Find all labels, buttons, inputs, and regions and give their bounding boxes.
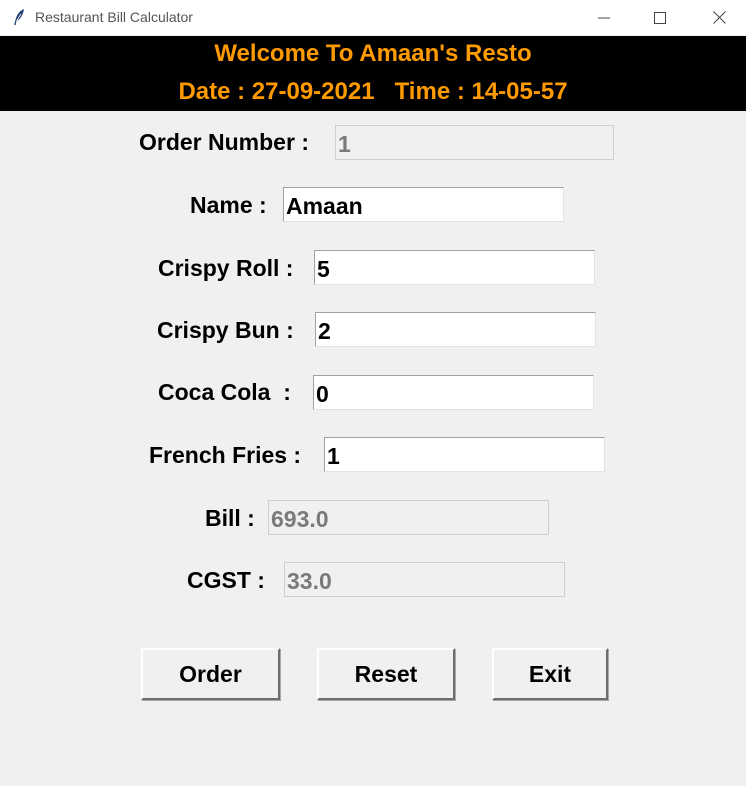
minimize-icon [598, 17, 610, 18]
crispy-roll-label: Crispy Roll : [158, 255, 294, 281]
french-fries-label: French Fries : [149, 442, 302, 468]
bill-field[interactable] [268, 500, 549, 535]
maximize-button[interactable] [637, 0, 683, 35]
order-button[interactable]: Order [141, 648, 280, 700]
coca-cola-field[interactable] [313, 375, 594, 410]
minimize-button[interactable] [581, 0, 627, 35]
french-fries-field[interactable] [324, 437, 605, 472]
coca-cola-label: Coca Cola : [158, 379, 291, 405]
crispy-roll-field[interactable] [314, 250, 595, 285]
cgst-label: CGST : [187, 567, 265, 593]
close-button[interactable] [696, 0, 742, 35]
date-text: Date : 27-09-2021 [178, 78, 375, 105]
crispy-bun-field[interactable] [315, 312, 596, 347]
time-text: Time : 14-05-57 [394, 78, 568, 105]
welcome-text: Welcome To Amaan's Resto [214, 40, 532, 67]
order-number-field[interactable] [335, 125, 614, 160]
cgst-field[interactable] [284, 562, 565, 597]
maximize-icon [654, 11, 666, 24]
datetime-line: Date : 27-09-2021 Time : 14-05-57 [0, 78, 746, 106]
window-title: Restaurant Bill Calculator [35, 9, 193, 25]
exit-button[interactable]: Exit [492, 648, 608, 700]
name-label: Name : [190, 192, 267, 218]
crispy-bun-label: Crispy Bun : [157, 317, 294, 343]
reset-button[interactable]: Reset [317, 648, 455, 700]
feather-icon [12, 8, 26, 26]
name-field[interactable] [283, 187, 564, 222]
order-number-label: Order Number : [139, 129, 309, 155]
window-titlebar: Restaurant Bill Calculator [0, 0, 746, 35]
header-banner: Welcome To Amaan's Resto Date : 27-09-20… [0, 36, 746, 111]
close-icon [712, 11, 726, 24]
bill-label: Bill : [205, 505, 255, 531]
